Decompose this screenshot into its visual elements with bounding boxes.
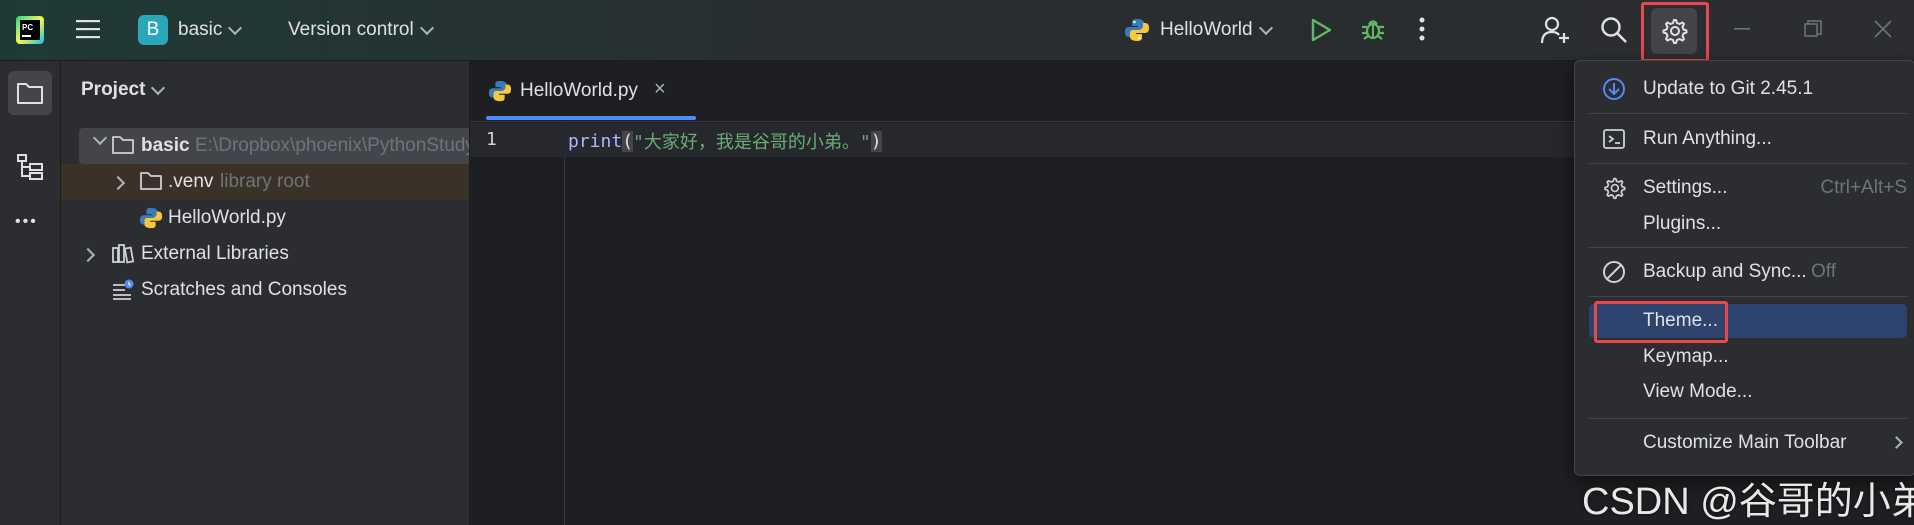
python-file-icon — [488, 79, 512, 103]
tree-item-hint: library root — [220, 171, 310, 192]
chevron-down-icon — [228, 20, 243, 35]
more-actions-icon[interactable] — [1418, 16, 1426, 42]
chevron-down-icon — [151, 80, 166, 95]
pycharm-logo-icon[interactable]: PC — [16, 16, 44, 44]
theme-highlight-box — [1594, 301, 1728, 343]
menu-item-status: Off — [1811, 261, 1836, 282]
menu-item-label: Backup and Sync... — [1643, 261, 1807, 282]
chevron-right-icon[interactable] — [80, 247, 96, 263]
line-number: 1 — [486, 129, 497, 150]
close-tab-icon[interactable]: × — [654, 78, 666, 101]
python-file-icon — [1124, 17, 1150, 43]
minimize-window-icon[interactable] — [1734, 28, 1750, 32]
watermark-text: CSDN @谷哥的小弟 — [1582, 481, 1914, 523]
chevron-right-icon — [1890, 436, 1903, 449]
project-panel-title: Project — [81, 79, 146, 100]
close-window-icon[interactable] — [1874, 20, 1892, 38]
svg-text:PC: PC — [22, 23, 33, 32]
code-paren-open: ( — [622, 130, 634, 152]
folder-icon — [139, 170, 163, 192]
folder-icon — [111, 134, 135, 156]
menu-item-label: Plugins... — [1643, 213, 1722, 234]
settings-popup-menu: Update to Git 2.45.1 Run Anything... Set… — [1574, 60, 1914, 476]
code-line[interactable]: print ( "大家好，我是谷哥的小弟。" ) — [568, 126, 882, 156]
menu-item-plugins[interactable]: Plugins... — [1589, 207, 1907, 241]
code-paren-close: ) — [870, 130, 882, 152]
editor-tab-label: HelloWorld.py — [520, 80, 638, 101]
python-file-icon — [139, 206, 163, 230]
folder-icon — [16, 81, 44, 105]
project-name: basic — [178, 19, 223, 40]
code-with-me-icon[interactable] — [1540, 15, 1570, 45]
tree-item-label: External Libraries — [141, 243, 289, 264]
gear-icon — [1601, 175, 1627, 201]
tree-item-label: HelloWorld.py — [168, 207, 286, 228]
search-icon[interactable] — [1600, 16, 1628, 44]
menu-item-label: Keymap... — [1643, 346, 1729, 367]
debug-icon[interactable] — [1360, 16, 1386, 42]
run-icon[interactable] — [1310, 18, 1332, 42]
menu-item-view-mode[interactable]: View Mode... — [1589, 375, 1907, 409]
project-badge: B — [138, 15, 168, 45]
tree-item-label: basic — [141, 135, 190, 156]
run-configuration-selector[interactable]: HelloWorld — [1124, 14, 1273, 46]
structure-icon — [16, 153, 44, 181]
run-configuration-label: HelloWorld — [1160, 19, 1253, 40]
menu-item-label: Run Anything... — [1643, 128, 1772, 149]
menu-item-update-git[interactable]: Update to Git 2.45.1 — [1589, 72, 1907, 106]
menu-item-customize-toolbar[interactable]: Customize Main Toolbar — [1589, 426, 1907, 460]
tree-item-label: .venv — [168, 171, 214, 192]
project-tool-window: Project basic E:\Dropbox\phoenix\PythonS… — [61, 61, 470, 525]
editor-tab-helloworld[interactable]: HelloWorld.py × — [486, 61, 696, 121]
settings-highlight-box — [1641, 2, 1709, 62]
menu-item-backup-sync[interactable]: Backup and Sync... Off — [1589, 255, 1907, 289]
tree-row-scratches[interactable]: Scratches and Consoles — [61, 272, 469, 308]
menu-item-label: Settings... — [1643, 177, 1728, 198]
tree-row-external-libraries[interactable]: External Libraries — [61, 236, 469, 272]
tree-row-helloworld[interactable]: HelloWorld.py — [61, 200, 469, 236]
menu-item-settings[interactable]: Settings... Ctrl+Alt+S — [1589, 171, 1907, 205]
more-tool-windows-button[interactable]: ••• — [15, 213, 38, 231]
main-toolbar: PC B basic Version control HelloWorld — [0, 0, 1914, 62]
menu-separator — [1589, 163, 1907, 164]
menu-separator — [1589, 418, 1907, 419]
menu-separator — [1589, 296, 1907, 297]
menu-item-label: Customize Main Toolbar — [1643, 432, 1847, 453]
code-builtin: print — [568, 130, 623, 152]
tree-item-path: E:\Dropbox\phoenix\PythonStudy — [195, 135, 470, 156]
library-icon — [111, 242, 135, 264]
menu-item-shortcut: Ctrl+Alt+S — [1820, 177, 1907, 198]
code-string: "大家好，我是谷哥的小弟。" — [633, 132, 871, 153]
restore-window-icon[interactable] — [1804, 20, 1822, 38]
run-anything-icon — [1601, 126, 1627, 152]
version-control-button[interactable]: Version control — [288, 14, 434, 46]
editor-gutter — [470, 122, 565, 525]
project-tool-button[interactable] — [8, 71, 52, 115]
menu-item-label: View Mode... — [1643, 381, 1753, 402]
download-update-icon — [1601, 76, 1627, 102]
main-menu-icon[interactable] — [76, 18, 100, 40]
structure-tool-button[interactable] — [16, 153, 44, 187]
menu-item-run-anything[interactable]: Run Anything... — [1589, 122, 1907, 156]
disabled-sync-icon — [1601, 259, 1627, 285]
project-selector[interactable]: B basic — [138, 14, 243, 46]
version-control-label: Version control — [288, 19, 414, 40]
chevron-right-icon[interactable] — [110, 175, 126, 191]
chevron-down-icon — [1258, 20, 1273, 35]
tree-row-venv[interactable]: .venv library root — [61, 164, 469, 200]
chevron-down-icon — [419, 20, 434, 35]
project-view-selector[interactable]: Project — [81, 79, 166, 101]
menu-item-keymap[interactable]: Keymap... — [1589, 340, 1907, 374]
active-tab-indicator — [486, 116, 696, 120]
scratches-icon — [111, 278, 135, 302]
menu-separator — [1589, 113, 1907, 114]
tree-row-basic[interactable]: basic E:\Dropbox\phoenix\PythonStudy — [61, 128, 469, 164]
tree-item-label: Scratches and Consoles — [141, 279, 347, 300]
menu-separator — [1589, 247, 1907, 248]
tool-window-strip: ••• — [0, 61, 61, 525]
menu-item-label: Update to Git 2.45.1 — [1643, 78, 1814, 99]
